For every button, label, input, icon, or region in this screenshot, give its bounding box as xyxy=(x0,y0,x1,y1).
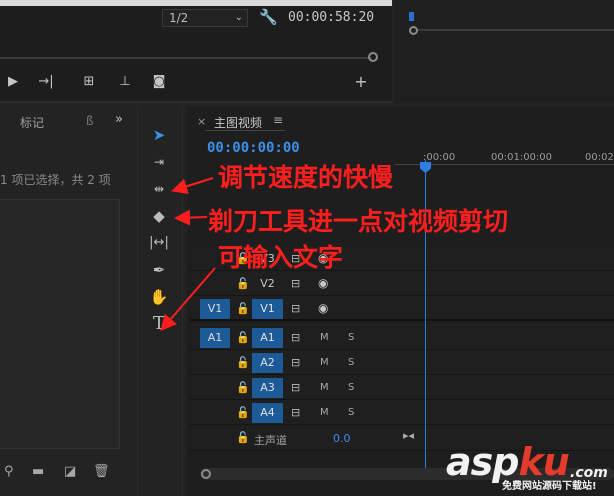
annotation-speed: 调节速度的快慢 xyxy=(218,163,394,192)
annotation-razor: 剃刀工具进一点对视频剪切 xyxy=(208,207,509,236)
watermark-subtitle: 免费网站源码下载站! xyxy=(502,481,597,492)
arrow-to-razor-tool xyxy=(174,209,208,226)
arrow-to-type-tool xyxy=(160,267,216,332)
arrow-to-ripple-tool xyxy=(171,177,214,195)
annotation-type: 可输入文字 xyxy=(218,243,344,272)
